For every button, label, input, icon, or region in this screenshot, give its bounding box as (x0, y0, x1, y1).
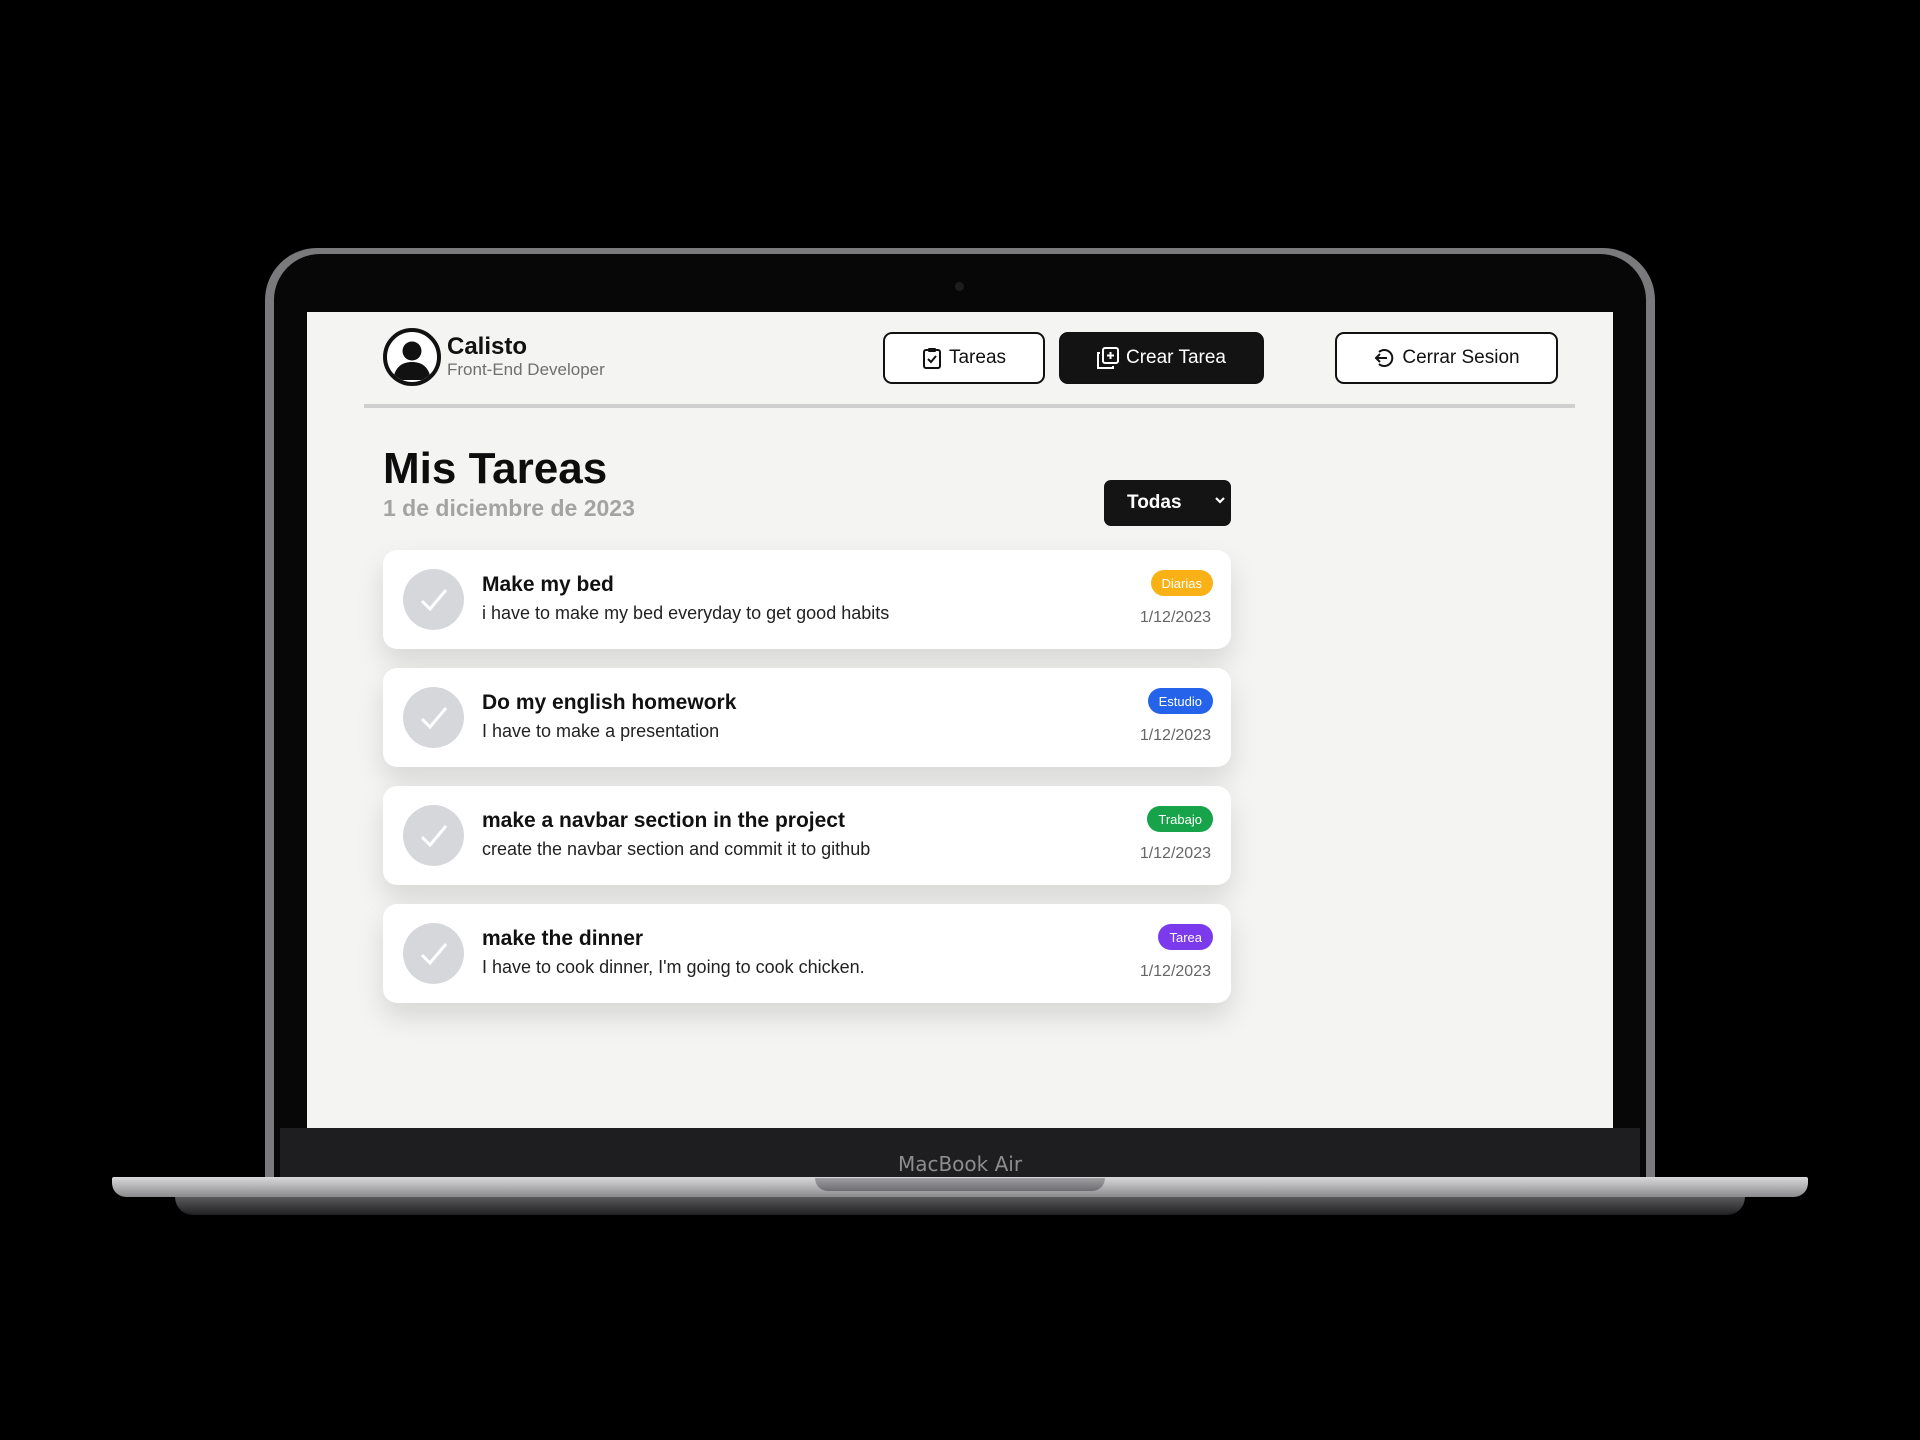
user-name: Calisto (447, 332, 528, 360)
task-category-badge: Tarea (1158, 924, 1213, 950)
profile-text: Calisto Front-End Developer (447, 332, 605, 380)
check-icon (420, 825, 448, 848)
create-task-button-label: Crear Tarea (1126, 347, 1226, 368)
check-icon (420, 707, 448, 730)
user-role: Front-End Developer (447, 360, 605, 380)
task-list: Make my bed i have to make my bed everyd… (383, 550, 1231, 1022)
task-category-badge: Diarias (1150, 570, 1213, 596)
task-date: 1/12/2023 (1139, 727, 1211, 744)
app-screen: Calisto Front-End Developer Tareas Crear… (307, 312, 1613, 1128)
task-category-badge: Estudio (1147, 688, 1213, 714)
user-profile: Calisto Front-End Developer (383, 328, 605, 386)
avatar (383, 328, 441, 386)
filter-selected-value: Todas (1127, 492, 1182, 513)
task-card[interactable]: make the dinner I have to cook dinner, I… (383, 904, 1231, 1003)
task-title: make the dinner (482, 927, 644, 950)
logout-button-label: Cerrar Sesion (1402, 347, 1520, 368)
category-filter-select[interactable]: Todas (1104, 480, 1231, 526)
task-description: I have to make a presentation (482, 721, 720, 741)
clipboard-check-icon (922, 348, 941, 369)
task-title: Do my english homework (482, 691, 737, 714)
task-description: create the navbar section and commit it … (482, 839, 871, 859)
task-category-badge: Trabajo (1147, 806, 1213, 832)
camera (955, 282, 964, 291)
task-card[interactable]: Make my bed i have to make my bed everyd… (383, 550, 1231, 649)
check-icon (420, 943, 448, 966)
logout-button[interactable]: Cerrar Sesion (1335, 332, 1558, 384)
complete-task-toggle[interactable] (403, 569, 464, 630)
task-description: I have to cook dinner, I'm going to cook… (482, 957, 865, 977)
task-date: 1/12/2023 (1139, 609, 1211, 626)
complete-task-toggle[interactable] (403, 687, 464, 748)
create-task-button[interactable]: Crear Tarea (1059, 332, 1264, 384)
task-title: Make my bed (482, 573, 614, 596)
tasks-button-label: Tareas (948, 347, 1007, 368)
user-icon (393, 341, 431, 380)
check-icon (420, 589, 448, 612)
page-title: Mis Tareas (383, 444, 608, 493)
complete-task-toggle[interactable] (403, 805, 464, 866)
complete-task-toggle[interactable] (403, 923, 464, 984)
add-square-icon (1097, 347, 1119, 369)
tasks-button[interactable]: Tareas (883, 332, 1045, 384)
task-description: i have to make my bed everyday to get go… (482, 603, 890, 623)
task-title: make a navbar section in the project (482, 809, 845, 832)
task-date: 1/12/2023 (1139, 963, 1211, 980)
chevron-down-icon (1215, 497, 1225, 504)
navbar-divider (364, 404, 1575, 408)
laptop-base-shadow (175, 1197, 1745, 1215)
task-card[interactable]: make a navbar section in the project cre… (383, 786, 1231, 885)
laptop-base-notch (815, 1178, 1105, 1191)
task-card[interactable]: Do my english homework I have to make a … (383, 668, 1231, 767)
task-date: 1/12/2023 (1139, 845, 1211, 862)
device-label: MacBook Air (897, 1152, 1023, 1176)
logout-icon (1374, 349, 1394, 367)
page-date: 1 de diciembre de 2023 (383, 495, 635, 521)
